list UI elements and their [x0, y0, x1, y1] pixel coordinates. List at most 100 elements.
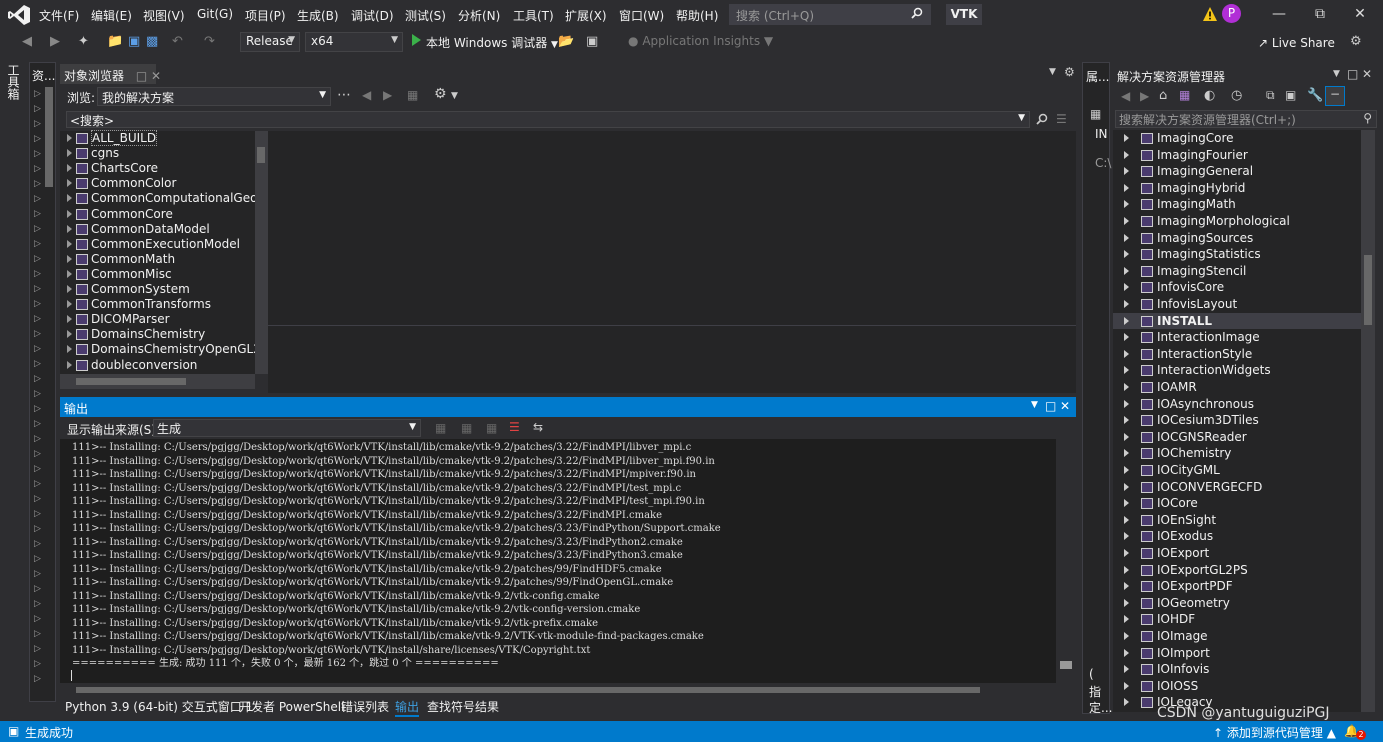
- bottom-tab-1[interactable]: 开发者 PowerShell: [239, 698, 344, 715]
- solution-item[interactable]: InfovisLayout: [1113, 296, 1361, 313]
- save-icon[interactable]: ▣: [128, 34, 144, 50]
- solution-item[interactable]: IOExportPDF: [1113, 578, 1361, 595]
- back-icon[interactable]: ◀: [1121, 89, 1130, 103]
- solution-item[interactable]: IOGeometry: [1113, 595, 1361, 612]
- expand-icon[interactable]: [67, 269, 72, 278]
- expand-icon[interactable]: [1124, 615, 1129, 624]
- menu-item-6[interactable]: 调试(D): [351, 7, 394, 24]
- expand-icon[interactable]: [1124, 632, 1129, 640]
- expand-icon[interactable]: [1124, 134, 1129, 142]
- tree-item[interactable]: ChartsCore: [60, 161, 158, 176]
- menu-item-2[interactable]: 视图(V): [143, 7, 185, 24]
- window-position-icon[interactable]: ▼: [1031, 400, 1038, 410]
- next-message-icon[interactable]: ▦: [461, 421, 472, 435]
- solution-item[interactable]: IOEnSight: [1113, 512, 1361, 529]
- add-reference-icon[interactable]: ▦: [407, 88, 418, 102]
- solution-item[interactable]: ImagingStencil: [1113, 263, 1361, 280]
- expand-icon[interactable]: [1124, 366, 1129, 375]
- resource-expanders[interactable]: ▷ ▷ ▷ ▷ ▷ ▷ ▷ ▷ ▷ ▷ ▷ ▷ ▷ ▷ ▷ ▷ ▷ ▷ ▷ ▷ ▷ ▷ ▷ ▷ ▷ ▷ ▷ ▷ ▷ ▷ ▷ ▷ ▷ ▷ ▷ ▷ ▷ ▷ ▷ ▷: [34, 87, 41, 687]
- solution-item[interactable]: IOAMR: [1113, 379, 1361, 396]
- solution-item[interactable]: ImagingMath: [1113, 196, 1361, 213]
- expand-icon[interactable]: [67, 164, 72, 173]
- expand-icon[interactable]: [67, 330, 72, 339]
- configuration-dropdown[interactable]: Release ▼: [240, 32, 300, 52]
- expand-icon[interactable]: [1124, 349, 1129, 358]
- expand-icon[interactable]: [1124, 598, 1129, 607]
- solution-item[interactable]: ImagingMorphological: [1113, 213, 1361, 230]
- tree-item[interactable]: DomainsChemistryOpenGL2: [60, 342, 261, 357]
- tree-item[interactable]: CommonCore: [60, 207, 173, 222]
- save-all-icon[interactable]: ▩: [146, 34, 162, 50]
- solution-item[interactable]: IOCore: [1113, 495, 1361, 512]
- close-window-icon[interactable]: ✕: [1352, 6, 1368, 22]
- expand-icon[interactable]: [1124, 399, 1129, 408]
- object-tree-hscrollbar[interactable]: [60, 374, 255, 389]
- scroll-thumb[interactable]: [257, 147, 265, 163]
- tree-item[interactable]: CommonMath: [60, 252, 175, 267]
- solution-item[interactable]: ImagingHybrid: [1113, 180, 1361, 197]
- scroll-thumb[interactable]: [1060, 661, 1072, 669]
- properties-wrench-icon[interactable]: 🔧: [1307, 88, 1323, 103]
- tree-item[interactable]: ALL_BUILD: [60, 130, 158, 146]
- solution-item[interactable]: IOExport: [1113, 545, 1361, 562]
- nav-forward-icon[interactable]: ▶: [383, 88, 392, 102]
- expand-icon[interactable]: [67, 254, 72, 263]
- menu-item-3[interactable]: Git(G): [197, 7, 233, 21]
- expand-icon[interactable]: [1124, 482, 1129, 491]
- expand-icon[interactable]: [1124, 167, 1129, 176]
- solution-item[interactable]: IOExportGL2PS: [1113, 562, 1361, 579]
- expand-icon[interactable]: [67, 345, 72, 354]
- pin-panel-icon[interactable]: □: [1045, 399, 1056, 413]
- menu-item-4[interactable]: 项目(P): [245, 7, 286, 24]
- prev-message-icon[interactable]: ▦: [435, 421, 446, 435]
- expand-icon[interactable]: [1124, 266, 1129, 275]
- solution-item[interactable]: IOImport: [1113, 645, 1361, 662]
- expand-icon[interactable]: [67, 134, 72, 142]
- expand-icon[interactable]: [67, 224, 72, 233]
- forward-icon[interactable]: ▶: [50, 34, 66, 50]
- menu-item-8[interactable]: 分析(N): [458, 7, 500, 24]
- solution-item[interactable]: IOIOSS: [1113, 678, 1361, 695]
- solution-item[interactable]: InteractionWidgets: [1113, 362, 1361, 379]
- tree-item[interactable]: DICOMParser: [60, 312, 170, 327]
- solution-item[interactable]: InteractionStyle: [1113, 346, 1361, 363]
- solution-item[interactable]: IOCityGML: [1113, 462, 1361, 479]
- solution-search-input[interactable]: 搜索解决方案资源管理器(Ctrl+;) ⚲: [1115, 110, 1377, 128]
- nav-back-icon[interactable]: ◀: [362, 88, 371, 102]
- tree-item[interactable]: DomainsChemistry: [60, 327, 205, 342]
- live-share-button[interactable]: ↗ Live Share: [1258, 36, 1335, 50]
- tree-item[interactable]: CommonDataModel: [60, 222, 210, 237]
- tab-object-browser[interactable]: 对象浏览器 □ ✕: [60, 64, 161, 84]
- expand-icon[interactable]: [1124, 432, 1129, 441]
- tree-item[interactable]: CommonSystem: [60, 282, 190, 297]
- home-icon[interactable]: ⌂: [1159, 88, 1167, 103]
- properties-tab[interactable]: 属...: [1086, 68, 1109, 85]
- resource-scrollbar[interactable]: [45, 87, 53, 187]
- tree-item[interactable]: CommonMisc: [60, 267, 172, 282]
- bottom-tab-3[interactable]: 输出: [395, 698, 420, 717]
- search-dropdown-icon[interactable]: ▼: [1018, 113, 1025, 123]
- properties-icon[interactable]: ▦: [1090, 107, 1101, 121]
- solution-item[interactable]: InfovisCore: [1113, 279, 1361, 296]
- undo-icon[interactable]: ↶: [172, 34, 188, 50]
- back-icon[interactable]: ◀: [22, 34, 38, 50]
- close-panel-icon[interactable]: ✕: [1060, 399, 1070, 413]
- expand-icon[interactable]: [1124, 283, 1129, 292]
- browse-scope-dropdown[interactable]: 我的解决方案 ▼: [97, 87, 331, 106]
- expand-icon[interactable]: [1124, 549, 1129, 557]
- restore-icon[interactable]: ⧉: [1312, 6, 1328, 22]
- history-icon[interactable]: ◷: [1231, 88, 1242, 103]
- solution-item[interactable]: IOCGNSReader: [1113, 429, 1361, 446]
- expand-icon[interactable]: [1124, 698, 1129, 707]
- expand-icon[interactable]: [1124, 648, 1129, 657]
- minimize-icon[interactable]: —: [1271, 6, 1287, 22]
- expand-icon[interactable]: [67, 194, 72, 203]
- clear-all-icon[interactable]: ☰: [509, 420, 520, 434]
- output-vscrollbar[interactable]: [1056, 439, 1076, 683]
- menu-item-7[interactable]: 测试(S): [405, 7, 446, 24]
- scroll-thumb[interactable]: [76, 378, 186, 385]
- warning-icon[interactable]: [1202, 6, 1218, 22]
- clear-search-icon[interactable]: ☰: [1056, 112, 1067, 126]
- object-tree-vscrollbar[interactable]: [255, 131, 268, 374]
- redo-icon[interactable]: ↷: [204, 34, 220, 50]
